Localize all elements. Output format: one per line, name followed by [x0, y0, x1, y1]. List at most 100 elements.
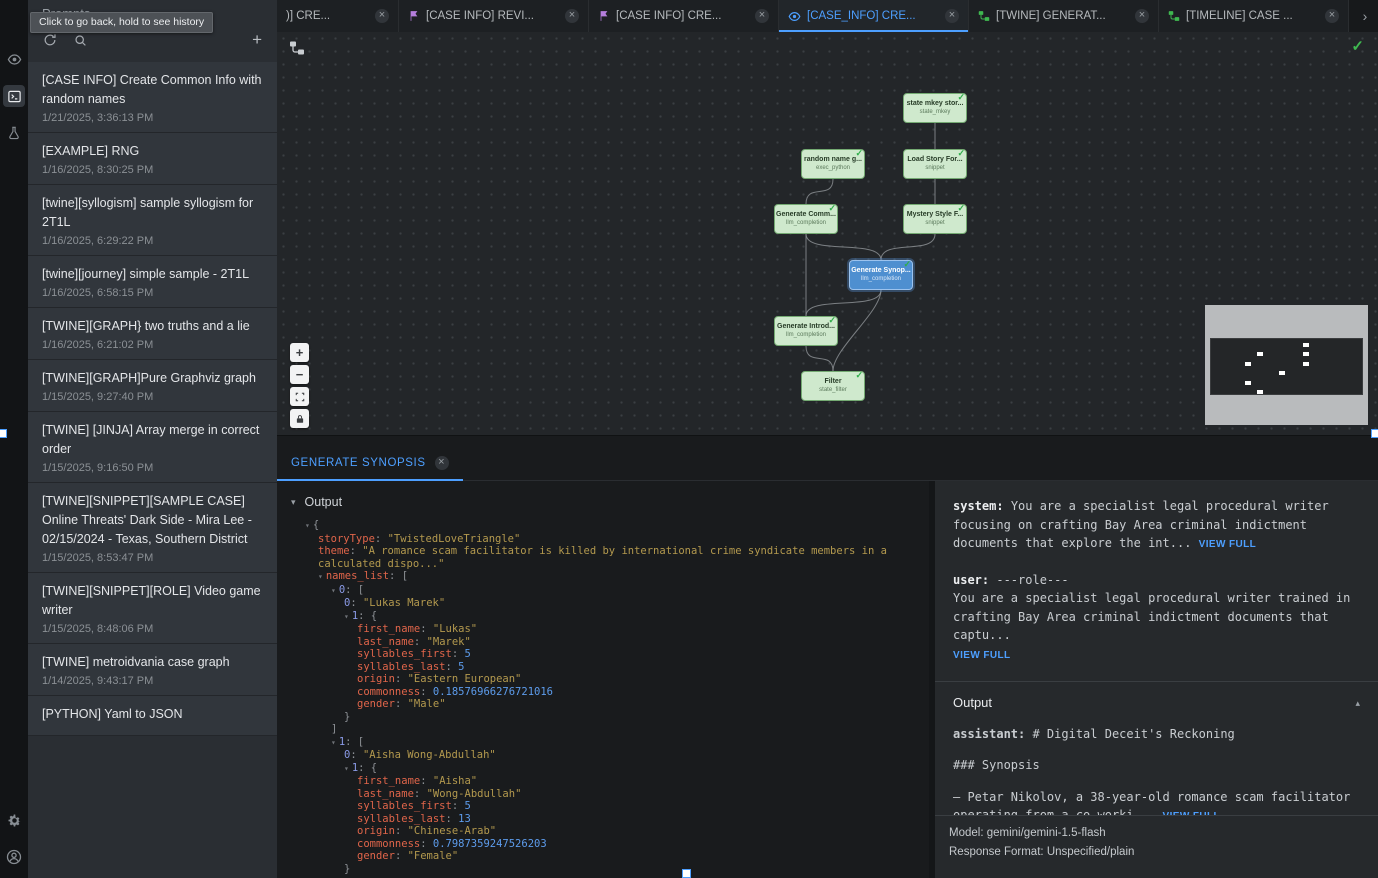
prompt-title: [twine][syllogism] sample syllogism for …: [42, 194, 263, 232]
eye-icon[interactable]: [3, 48, 25, 70]
json-line: origin: "Eastern European": [289, 673, 929, 686]
prompt-title: [TWINE][SNIPPET][ROLE] Video game writer: [42, 582, 263, 620]
flask-icon[interactable]: [3, 122, 25, 144]
response-format-label: Response Format:: [949, 846, 1044, 858]
flow-icon: [289, 40, 305, 61]
collapse-arrow-icon[interactable]: ▾: [344, 612, 349, 621]
json-line: last_name: "Wong-Abdullah": [289, 788, 929, 801]
json-line: ▾1: {: [289, 610, 929, 624]
divider-handle-right[interactable]: [1371, 429, 1378, 438]
list-item[interactable]: [twine][syllogism] sample syllogism for …: [28, 185, 277, 256]
check-icon: ✓: [903, 259, 911, 270]
prompt-title: [TWINE][GRAPH} two truths and a lie: [42, 317, 263, 336]
json-line: syllables_first: 5: [289, 800, 929, 813]
json-line: first_name: "Aisha": [289, 775, 929, 788]
collapse-arrow-icon[interactable]: ▾: [318, 572, 323, 581]
close-icon[interactable]: ×: [565, 9, 579, 23]
tab-1[interactable]: [CASE INFO] REVI...×: [399, 0, 589, 32]
history-tooltip: Click to go back, hold to see history: [30, 12, 213, 33]
node-subtitle: llm_completion: [775, 219, 837, 228]
json-line: syllables_first: 5: [289, 648, 929, 661]
prompt-title: [EXAMPLE] RNG: [42, 142, 263, 161]
search-icon[interactable]: [74, 34, 87, 47]
system-message-text: You are a specialist legal procedural wr…: [953, 499, 1329, 550]
close-icon[interactable]: ×: [945, 9, 959, 23]
tab-2[interactable]: [CASE INFO] CRE... ×: [589, 0, 779, 32]
tab-0[interactable]: )] CRE...×: [277, 0, 399, 32]
prompt-timestamp: 1/15/2025, 9:27:40 PM: [42, 391, 263, 403]
flow-node[interactable]: Filterstate_filter✓: [801, 371, 865, 401]
rail-bottom: [3, 809, 25, 878]
divider-handle-left[interactable]: [0, 429, 7, 438]
collapse-arrow-icon[interactable]: ▾: [344, 764, 349, 773]
flow-node[interactable]: Generate Synop...llm_completion✓: [849, 260, 913, 290]
list-item[interactable]: [TWINE][SNIPPET][ROLE] Video game writer…: [28, 573, 277, 644]
tab-label: [CASE INFO] CRE...: [616, 10, 749, 22]
flow-canvas[interactable]: ✓ + − state mkey stor...state_mkey✓rando…: [277, 32, 1378, 436]
chevron-down-icon[interactable]: ▾: [291, 497, 296, 508]
flow-node[interactable]: random name g...exec_python✓: [801, 149, 865, 179]
node-subtitle: exec_python: [802, 164, 864, 173]
close-icon[interactable]: ×: [435, 456, 449, 470]
json-tree[interactable]: ▾{storyType: "TwistedLoveTriangle"theme:…: [289, 519, 929, 875]
prompts-sidebar: Prompts Click to go back, hold to see hi…: [28, 0, 277, 878]
flow-node[interactable]: state mkey stor...state_mkey✓: [903, 93, 967, 123]
bottom-tab-generate-synopsis[interactable]: GENERATE SYNOPSIS ×: [277, 448, 463, 481]
tab-4[interactable]: [TWINE] GENERAT...×: [969, 0, 1159, 32]
zoom-in-button[interactable]: +: [290, 343, 309, 362]
list-item[interactable]: [CASE INFO] Create Common Info with rand…: [28, 62, 277, 133]
user-message-intro: ---role---: [996, 573, 1068, 587]
flow-node[interactable]: Mystery Style F...snippet✓: [903, 204, 967, 234]
list-item[interactable]: [twine][journey] simple sample - 2T1L1/1…: [28, 256, 277, 308]
zoom-controls: + −: [290, 343, 309, 428]
prompts-panel-icon[interactable]: [3, 85, 25, 107]
close-icon[interactable]: ×: [1135, 9, 1149, 23]
view-full-link[interactable]: VIEW FULL: [953, 650, 1010, 661]
flow-node[interactable]: Generate Introd...llm_completion✓: [774, 316, 838, 346]
json-line: ]: [289, 723, 929, 736]
list-item[interactable]: [TWINE][GRAPH} two truths and a lie1/16/…: [28, 308, 277, 360]
json-line: syllables_last: 5: [289, 661, 929, 674]
list-item[interactable]: [TWINE][SNIPPET][SAMPLE CASE] Online Thr…: [28, 483, 277, 573]
tab-3[interactable]: [CASE_INFO] CRE...×: [779, 0, 969, 32]
list-item[interactable]: [EXAMPLE] RNG1/16/2025, 8:30:25 PM: [28, 133, 277, 185]
minimap[interactable]: [1205, 305, 1368, 425]
tabs-overflow-chevron[interactable]: ›: [1352, 0, 1378, 32]
lock-icon[interactable]: [290, 409, 309, 428]
collapse-arrow-icon[interactable]: ▾: [331, 738, 336, 747]
close-icon[interactable]: ×: [755, 9, 769, 23]
resize-handle-bottom[interactable]: [682, 869, 691, 878]
account-icon[interactable]: [3, 846, 25, 868]
json-line: last_name: "Marek": [289, 636, 929, 649]
flow-node[interactable]: Generate Comm...llm_completion✓: [774, 204, 838, 234]
user-message: user: ---role--- You are a specialist le…: [953, 571, 1360, 666]
flag-icon: [598, 10, 610, 22]
tab-5[interactable]: [TIMELINE] CASE ...×: [1159, 0, 1349, 32]
collapse-arrow-icon[interactable]: ▾: [331, 586, 336, 595]
close-icon[interactable]: ×: [375, 9, 389, 23]
settings-gear-icon[interactable]: [3, 809, 25, 831]
prompt-title: [PYTHON] Yaml to JSON: [42, 705, 263, 724]
close-icon[interactable]: ×: [1325, 9, 1339, 23]
prompt-title: [CASE INFO] Create Common Info with rand…: [42, 71, 263, 109]
collapse-arrow-icon[interactable]: ▾: [305, 521, 310, 530]
list-item[interactable]: [PYTHON] Yaml to JSON: [28, 696, 277, 736]
app-window: Prompts Click to go back, hold to see hi…: [0, 0, 1378, 878]
json-line: ▾1: {: [289, 762, 929, 776]
view-full-link[interactable]: VIEW FULL: [1199, 539, 1256, 550]
list-item[interactable]: [TWINE][GRAPH]Pure Graphviz graph1/15/20…: [28, 360, 277, 412]
flow-node[interactable]: Load Story For...snippet✓: [903, 149, 967, 179]
list-item[interactable]: [TWINE] metroidvania case graph1/14/2025…: [28, 644, 277, 696]
user-message-text: You are a specialist legal procedural wr…: [953, 591, 1350, 642]
list-item[interactable]: [TWINE] [JINJA] Array merge in correct o…: [28, 412, 277, 483]
flow-icon: [978, 10, 990, 22]
add-prompt-button[interactable]: +: [252, 33, 262, 47]
bottom-panel: GENERATE SYNOPSIS × ▾ Output ▾{storyType…: [277, 436, 1378, 878]
refresh-icon[interactable]: [43, 33, 57, 47]
tab-bar: )] CRE...×[CASE INFO] REVI...×[CASE INFO…: [277, 0, 1378, 32]
zoom-out-button[interactable]: −: [290, 365, 309, 384]
json-line: gender: "Female": [289, 850, 929, 863]
fit-view-button[interactable]: [290, 387, 309, 406]
minimap-node-dot: [1257, 390, 1263, 394]
chevron-up-icon[interactable]: ▴: [1355, 694, 1360, 713]
